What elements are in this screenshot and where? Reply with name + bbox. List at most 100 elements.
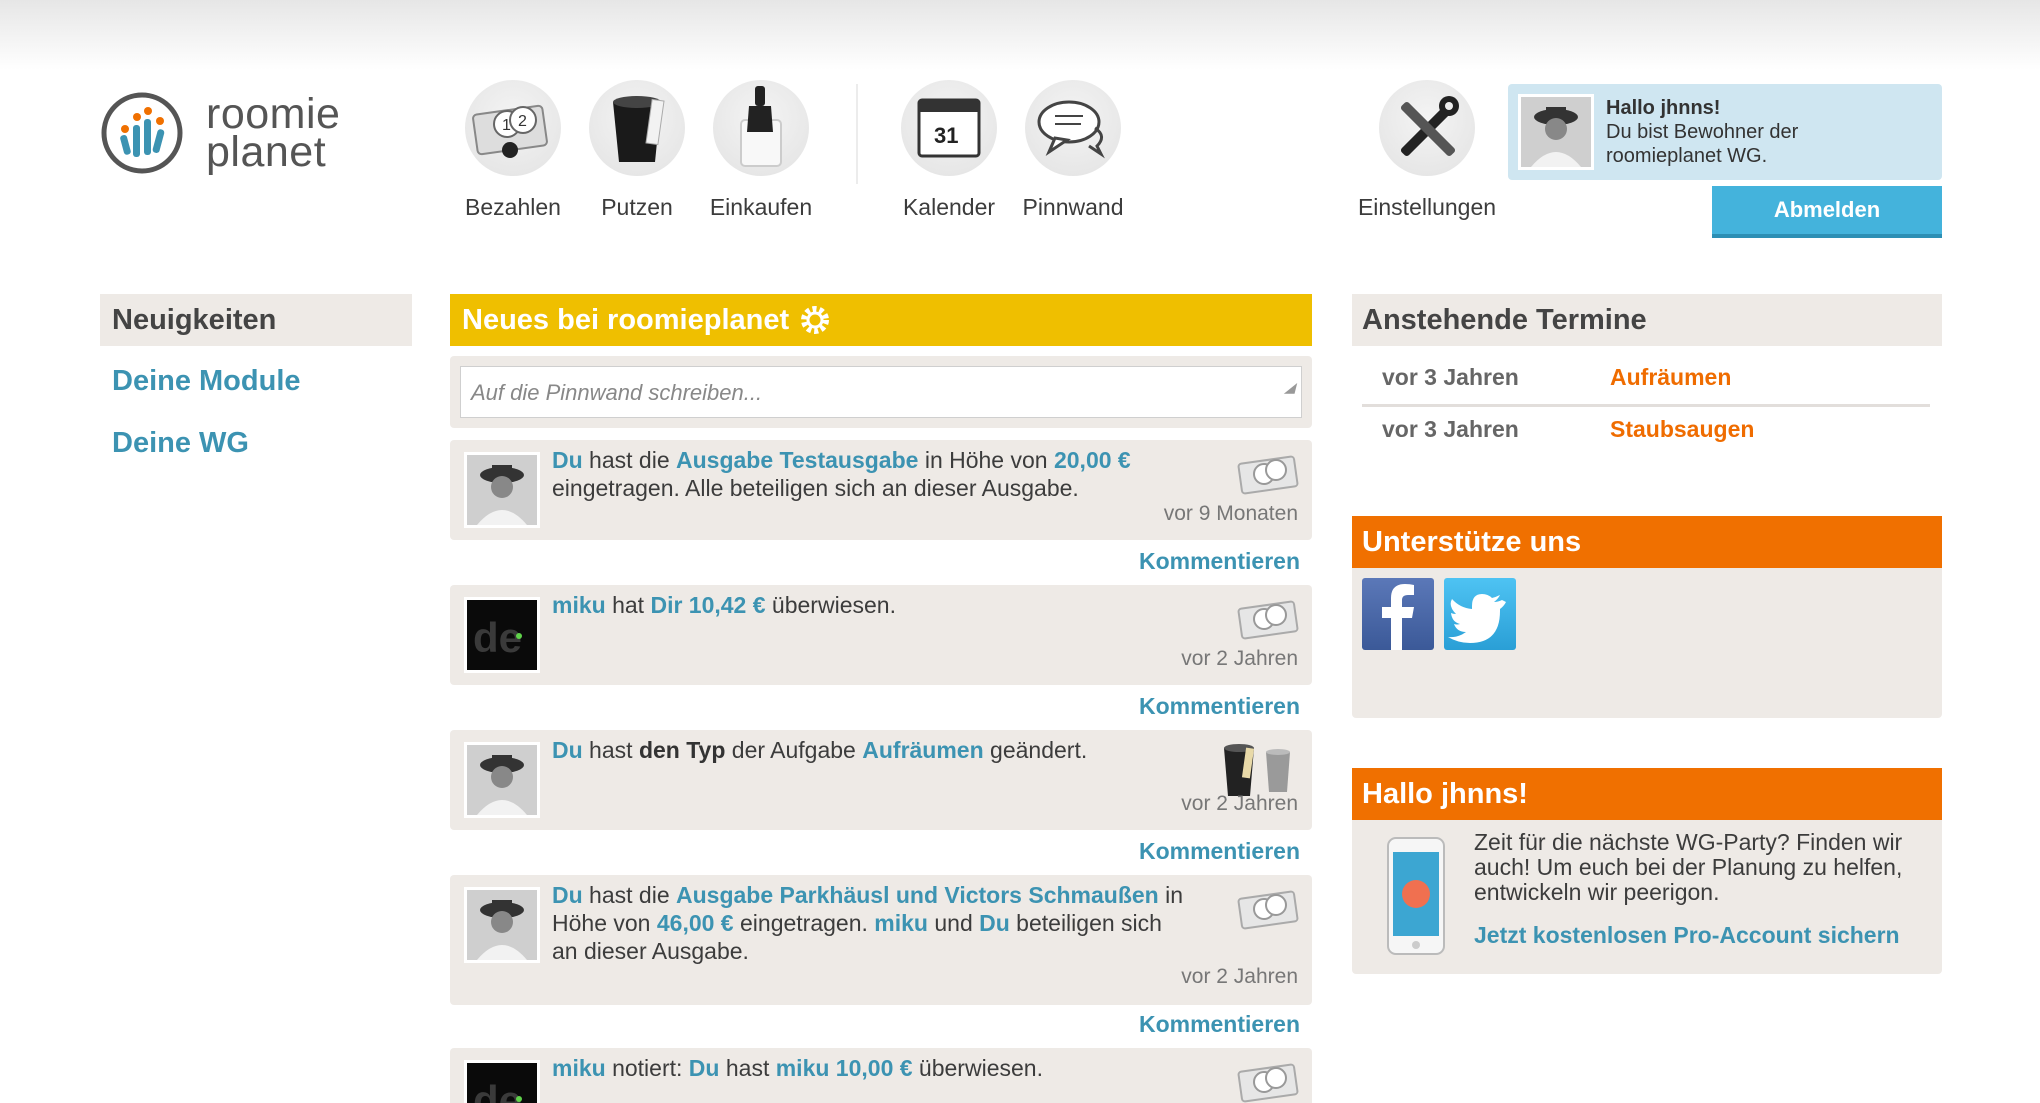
user-line-2: roomieplanet WG.: [1606, 145, 1768, 167]
avatar[interactable]: [1518, 94, 1594, 170]
sidebar-item-modules[interactable]: Deine Module: [112, 365, 301, 398]
nav-bezahlen[interactable]: 1 2 Bezahlen: [443, 80, 583, 221]
logout-button[interactable]: Abmelden: [1712, 186, 1942, 238]
comment-link[interactable]: Kommentieren: [1100, 838, 1300, 865]
feed-entry: Du hast die Ausgabe Testausgabe in Höhe …: [450, 440, 1312, 540]
avatar[interactable]: [464, 452, 540, 528]
avatar[interactable]: de: [464, 1060, 540, 1103]
facebook-icon: [1382, 584, 1414, 650]
svg-text:de: de: [473, 1077, 522, 1103]
phone-icon: [1387, 837, 1445, 955]
nav-einkaufen[interactable]: Einkaufen: [691, 80, 831, 221]
sidebar-item-wg[interactable]: Deine WG: [112, 427, 249, 460]
feed-entry: de miku hat Dir 10,42 € überwiesen. vor …: [450, 585, 1312, 685]
appointment-time: vor 3 Jahren: [1382, 364, 1519, 390]
feed-title: Neues bei roomieplanet: [462, 304, 790, 336]
nav-putzen[interactable]: Putzen: [567, 80, 707, 221]
nav-einstellungen[interactable]: Einstellungen: [1357, 80, 1497, 221]
comment-link[interactable]: Kommentieren: [1100, 693, 1300, 720]
entry-text-part: eingetragen.: [733, 910, 875, 936]
money-coins-icon: [1237, 1063, 1299, 1103]
roomieplanet-logo[interactable]: roomie planet: [100, 88, 360, 178]
pinboard-input[interactable]: Auf die Pinnwand schreiben... ◢: [460, 366, 1302, 418]
calendar-day: 31: [934, 123, 958, 148]
entry-timestamp: vor 2 Jahren: [1181, 792, 1298, 815]
appointment-time: vor 3 Jahren: [1382, 416, 1519, 442]
money-coins-icon: [1237, 455, 1299, 495]
promo-heading: Hallo jhnns!: [1352, 768, 1942, 820]
pinboard-post-box: Auf die Pinnwand schreiben... ◢: [450, 356, 1312, 428]
entry-text: Du hast die Ausgabe Testausgabe in Höhe …: [552, 446, 1192, 502]
speech-bubbles-icon: [1037, 100, 1105, 159]
user-photo-icon: [467, 455, 537, 525]
entry-text-part: hast die: [582, 882, 677, 908]
entry-text: Du hast die Ausgabe Parkhäusl und Victor…: [552, 881, 1192, 965]
nav-label: Kalender: [902, 194, 996, 220]
entry-text: Du hast den Typ der Aufgabe Aufräumen ge…: [552, 736, 1192, 764]
user-link[interactable]: Dir: [650, 592, 682, 618]
entry-text-part: der Aufgabe: [725, 737, 863, 763]
user-photo-icon: [467, 890, 537, 960]
user-line-1: Du bist Bewohner der: [1606, 121, 1799, 143]
bucket-icon: [613, 96, 665, 162]
promo-text: Zeit für die nächste WG-Party? Finden wi…: [1474, 829, 1903, 905]
entry-text-part: notiert:: [605, 1055, 689, 1081]
svg-text:de: de: [473, 614, 522, 661]
appointment-task-link[interactable]: Staubsaugen: [1610, 416, 1754, 443]
entry-text-part: hast: [719, 1055, 776, 1081]
comment-link[interactable]: Kommentieren: [1100, 548, 1300, 575]
nav-pinnwand[interactable]: Pinnwand: [1003, 80, 1143, 221]
user-link[interactable]: Du: [552, 447, 583, 473]
user-photo-icon: [467, 745, 537, 815]
amount-value: 20,00 €: [1053, 447, 1131, 473]
user-info-box: Hallo jhnns! Du bist Bewohner der roomie…: [1508, 84, 1942, 180]
de-logo-icon: de: [467, 600, 537, 670]
tools-icon: [1400, 96, 1459, 157]
expense-link[interactable]: Ausgabe Parkhäusl und Victors Schmaußen: [676, 882, 1159, 908]
nav-label: Einkaufen: [709, 194, 813, 220]
avatar[interactable]: [464, 887, 540, 963]
user-link[interactable]: miku: [552, 1055, 606, 1081]
entry-text: miku notiert: Du hast miku 10,00 € überw…: [552, 1054, 1192, 1082]
user-link[interactable]: miku: [874, 910, 928, 936]
user-text: Hallo jhnns! Du bist Bewohner der roomie…: [1606, 96, 1798, 168]
avatar[interactable]: [464, 742, 540, 818]
comment-link[interactable]: Kommentieren: [1100, 1011, 1300, 1038]
user-link[interactable]: Du: [552, 737, 583, 763]
pro-account-link[interactable]: Jetzt kostenlosen Pro-Account sichern: [1474, 922, 1900, 949]
entry-timestamp: vor 2 Jahren: [1181, 647, 1298, 670]
amount-value: 46,00 €: [656, 910, 734, 936]
appointment-task-link[interactable]: Aufräumen: [1610, 364, 1731, 391]
svg-text:2: 2: [518, 113, 527, 130]
appointment-row: vor 3 Jahren Aufräumen: [1352, 352, 1942, 404]
nav-label: Pinnwand: [1022, 194, 1124, 220]
amount-value: miku 10,00 €: [775, 1055, 913, 1081]
top-shade: [0, 0, 2040, 70]
user-link[interactable]: Du: [689, 1055, 720, 1081]
user-link[interactable]: Du: [552, 882, 583, 908]
expense-link[interactable]: Ausgabe Testausgabe: [676, 447, 918, 473]
user-greeting: Hallo jhnns!: [1606, 97, 1721, 119]
facebook-button[interactable]: [1362, 578, 1434, 650]
feed-entry: Du hast die Ausgabe Parkhäusl und Victor…: [450, 875, 1312, 1005]
nav-kalender[interactable]: 31 Kalender: [879, 80, 1019, 221]
support-panel: [1352, 568, 1942, 718]
calendar-icon: 31: [917, 98, 981, 158]
user-link[interactable]: Du: [979, 910, 1010, 936]
sidebar-heading[interactable]: Neuigkeiten: [100, 294, 412, 346]
resize-grip-icon[interactable]: ◢: [1284, 361, 1295, 413]
entry-text: miku hat Dir 10,42 € überwiesen.: [552, 591, 1192, 619]
entry-timestamp: vor 9 Monaten: [1163, 502, 1298, 525]
bucket-icon: [1224, 744, 1290, 796]
entry-text-part: in Höhe von: [918, 447, 1054, 473]
appointments-heading: Anstehende Termine: [1352, 294, 1942, 346]
task-link[interactable]: Aufräumen: [862, 737, 983, 763]
entry-text-part: hat: [605, 592, 651, 618]
nav-label: Putzen: [601, 194, 673, 220]
twitter-button[interactable]: [1444, 578, 1516, 650]
user-link[interactable]: miku: [552, 592, 606, 618]
gear-icon[interactable]: [799, 304, 831, 336]
entry-text-part: geändert.: [983, 737, 1088, 763]
nav-label: Bezahlen: [465, 194, 561, 220]
avatar[interactable]: de: [464, 597, 540, 673]
